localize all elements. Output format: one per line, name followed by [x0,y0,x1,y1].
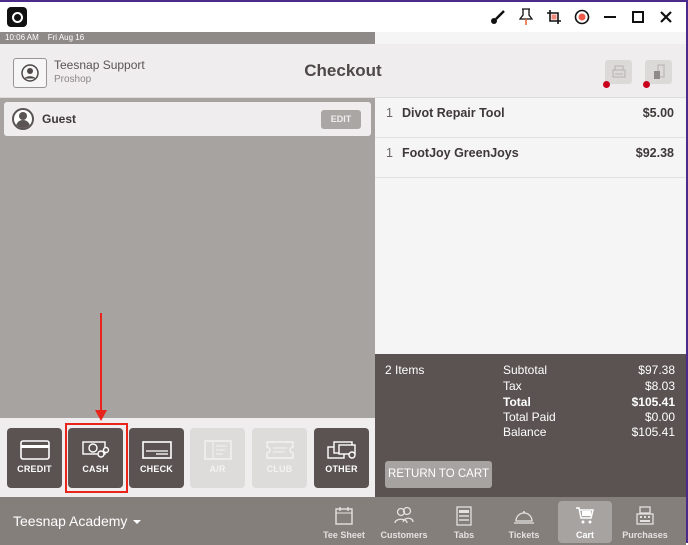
tax-row: Tax $8.03 [503,379,675,393]
item-quantity: 1 [386,146,393,160]
status-time: 10:06 AM [5,33,39,42]
user-name: Teesnap Support [54,58,145,72]
cart-icon [558,505,612,527]
bottom-navigation: Teesnap Academy Tee Sheet Customers Tabs… [0,497,686,545]
cash-highlight-box [65,423,128,493]
record-icon[interactable] [572,6,592,28]
cart-line-item[interactable]: 1 FootJoy GreenJoys $92.38 [375,138,686,178]
cash-drawer-button[interactable] [645,60,672,84]
tax-value: $8.03 [644,379,675,393]
ledger-icon [190,440,245,460]
app-window: 10:06 AM Fri Aug 16 ▾ ▭ 100% Teesnap Sup… [0,0,688,545]
pay-other-button[interactable]: OTHER [314,428,369,488]
nav-cart[interactable]: Cart [558,501,612,543]
total-row: Total $105.41 [503,395,675,409]
paintbrush-icon[interactable] [488,6,508,28]
user-icon [21,64,39,82]
service-bell-icon [497,505,551,527]
credit-card-icon [7,440,62,460]
printer-icon [612,65,625,78]
edit-customer-button[interactable]: EDIT [321,110,361,129]
pay-club-button[interactable]: CLUB [252,428,307,488]
chevron-down-icon [133,520,142,525]
printer-status-indicator [603,81,610,88]
status-date: Fri Aug 16 [47,33,85,42]
return-to-cart-button[interactable]: RETURN TO CART [385,461,492,488]
total-paid-row: Total Paid $0.00 [503,410,675,424]
customer-name: Guest [42,112,77,126]
nav-purchases[interactable]: Purchases [618,501,672,543]
annotation-arrow-head [95,410,107,421]
total-paid-value: $0.00 [644,410,675,424]
organization-name: Teesnap Academy [13,513,128,529]
pay-ar-button[interactable]: A/R [190,428,245,488]
minimize-icon[interactable] [600,6,620,28]
app-logo-icon [7,7,27,27]
subtotal-row: Subtotal $97.38 [503,363,675,377]
register-icon [618,505,672,527]
balance-row: Balance $105.41 [503,425,675,439]
customer-row: Guest EDIT [4,102,371,136]
nav-customers[interactable]: Customers [377,501,431,543]
device-status-bar: 10:06 AM Fri Aug 16 ▾ ▭ 100% [0,32,686,431]
checkout-header: Teesnap Support Proshop Checkout [0,44,686,98]
annotation-arrow-shaft [100,313,102,411]
item-count: 2 Items [385,363,425,377]
organization-selector[interactable]: Teesnap Academy [13,513,142,529]
balance-value: $105.41 [631,425,675,439]
calendar-icon [317,505,371,527]
item-name: Divot Repair Tool [402,106,505,120]
pay-credit-button[interactable]: CREDIT [7,428,62,488]
item-name: FootJoy GreenJoys [402,146,519,160]
window-titlebar [0,2,686,32]
item-quantity: 1 [386,106,393,120]
maximize-icon[interactable] [628,6,648,28]
customer-payment-panel: Guest EDIT CREDIT CASH CHECK A/R CLUB OT… [0,98,375,497]
subtotal-value: $97.38 [638,363,675,377]
user-role: Proshop [54,74,92,85]
card-reader-icon [653,64,664,79]
nav-tickets[interactable]: Tickets [497,501,551,543]
pin-icon[interactable] [516,6,536,28]
customer-avatar-icon [12,108,34,130]
item-price: $92.38 [635,146,674,160]
cart-panel: 1 Divot Repair Tool $5.00 1 FootJoy Gree… [375,98,686,497]
close-icon[interactable] [656,6,676,28]
tabs-icon [437,505,491,527]
cash-drawer-status-indicator [643,81,650,88]
nav-tabs[interactable]: Tabs [437,501,491,543]
item-price: $5.00 [642,106,674,120]
check-icon [129,440,184,460]
user-profile-button[interactable] [13,58,47,88]
other-payment-icon [314,440,369,460]
payment-methods-bar: CREDIT CASH CHECK A/R CLUB OTHER [0,418,375,497]
customers-icon [377,505,431,527]
printer-button[interactable] [605,60,632,84]
nav-tee-sheet[interactable]: Tee Sheet [317,501,371,543]
crop-icon[interactable] [544,6,564,28]
order-summary: 2 Items Subtotal $97.38 Tax $8.03 Total … [375,354,686,497]
total-value: $105.41 [631,395,675,409]
ticket-icon [252,440,307,460]
cart-line-item[interactable]: 1 Divot Repair Tool $5.00 [375,98,686,138]
pay-check-button[interactable]: CHECK [129,428,184,488]
